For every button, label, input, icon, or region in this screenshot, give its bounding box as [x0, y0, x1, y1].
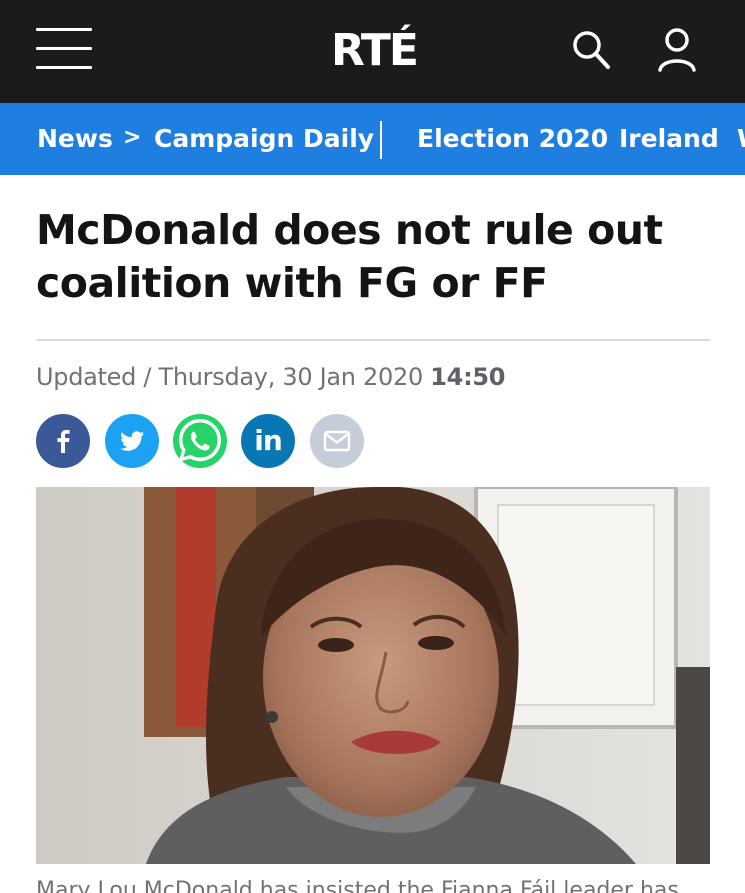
rte-logo[interactable]: RTÉ: [322, 22, 426, 78]
section-nav-bar: News > Campaign Daily Election 2020 Irel…: [0, 103, 745, 175]
portrait-photo: [36, 487, 710, 864]
article-hero-image: [36, 487, 710, 864]
nav-campaign-daily-link[interactable]: Campaign Daily: [154, 103, 374, 175]
nav-election-2020-link[interactable]: Election 2020: [417, 103, 608, 175]
top-header: RTÉ: [0, 0, 745, 103]
share-whatsapp-button[interactable]: [173, 414, 227, 468]
nav-next-link[interactable]: W: [737, 103, 745, 175]
breadcrumb-separator: >: [123, 125, 142, 150]
twitter-bird-icon: [120, 431, 144, 451]
share-facebook-button[interactable]: [36, 414, 90, 468]
nav-divider: [380, 121, 382, 159]
whatsapp-icon: [178, 419, 221, 462]
nav-ireland-link[interactable]: Ireland: [619, 103, 719, 175]
nav-news-link[interactable]: News: [37, 103, 113, 175]
share-twitter-button[interactable]: [105, 414, 159, 468]
share-linkedin-button[interactable]: in: [241, 414, 295, 468]
share-email-button[interactable]: [310, 414, 364, 468]
linkedin-icon: in: [254, 424, 283, 457]
article-headline: McDonald does not rule out coalition wit…: [36, 206, 663, 307]
image-caption: Mary Lou McDonald has insisted the Fiann…: [36, 878, 679, 893]
updated-time: 14:50: [430, 363, 506, 391]
user-account-icon[interactable]: [653, 24, 701, 76]
facebook-icon: [57, 430, 70, 453]
search-icon[interactable]: [567, 24, 615, 76]
updated-date: Updated / Thursday, 30 Jan 2020: [36, 363, 423, 391]
hamburger-menu-icon[interactable]: [36, 28, 92, 72]
article-updated-timestamp: Updated / Thursday, 30 Jan 2020 14:50: [36, 360, 505, 394]
headline-divider: [36, 339, 710, 341]
envelope-icon: [323, 430, 351, 452]
